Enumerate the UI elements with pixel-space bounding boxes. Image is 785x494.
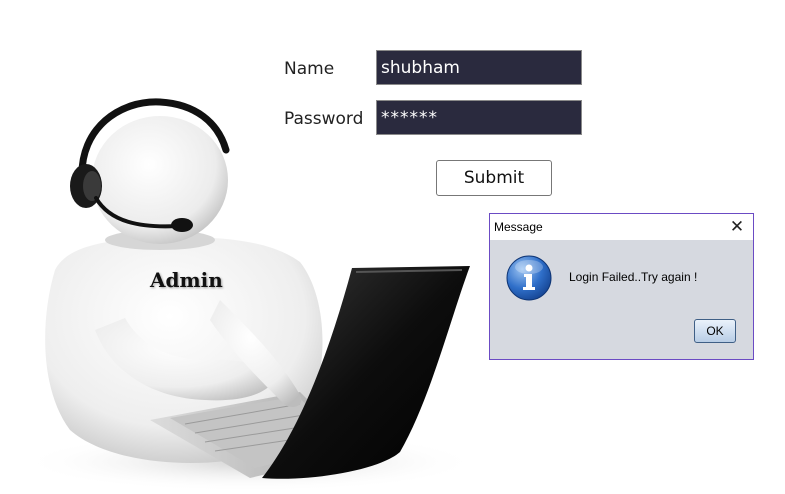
password-input[interactable] <box>376 100 582 135</box>
name-input[interactable] <box>376 50 582 85</box>
submit-button[interactable]: Submit <box>436 160 552 196</box>
admin-label: Admin <box>150 268 223 292</box>
dialog-message: Login Failed..Try again ! <box>569 270 698 284</box>
info-icon <box>506 255 552 301</box>
dialog-title: Message <box>494 220 543 234</box>
message-dialog: Message ✕ Login Failed..Try again ! OK <box>489 213 754 360</box>
ok-button[interactable]: OK <box>694 319 736 343</box>
name-label: Name <box>284 59 335 79</box>
password-label: Password <box>284 109 364 129</box>
close-icon[interactable]: ✕ <box>727 217 747 237</box>
dialog-titlebar[interactable]: Message ✕ <box>490 214 753 240</box>
